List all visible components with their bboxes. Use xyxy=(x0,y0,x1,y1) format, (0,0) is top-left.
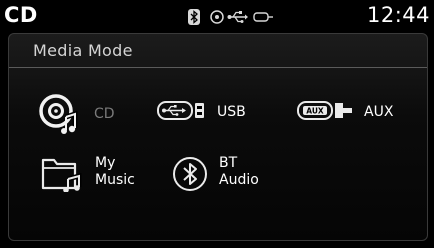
panel-title: Media Mode xyxy=(33,41,133,60)
aux-status-icon xyxy=(253,12,273,22)
my-music-label: My Music xyxy=(95,155,135,188)
usb-icon xyxy=(157,101,204,120)
my-music-button[interactable]: My Music xyxy=(41,154,151,198)
cd-icon xyxy=(39,94,78,134)
status-bar: CD 12:44 xyxy=(0,0,434,34)
usb-label: USB xyxy=(217,104,246,120)
cd-button[interactable]: CD xyxy=(37,92,117,136)
bt-audio-label: BT Audio xyxy=(219,155,259,188)
svg-text:AUX: AUX xyxy=(306,107,324,116)
disc-status-icon xyxy=(210,10,224,24)
usb-button[interactable]: USB xyxy=(157,96,257,126)
bluetooth-status-icon xyxy=(188,9,200,25)
cd-label: CD xyxy=(94,106,115,122)
bluetooth-icon xyxy=(173,157,207,191)
aux-icon: AUX xyxy=(297,101,352,120)
bt-audio-button[interactable]: BT Audio xyxy=(172,154,282,198)
media-mode-panel: Media Mode CD USB AUX AUX My Music BT Au… xyxy=(8,33,428,241)
aux-label: AUX xyxy=(364,104,394,120)
my-music-icon xyxy=(41,158,82,192)
panel-header: Media Mode xyxy=(9,34,427,68)
aux-button[interactable]: AUX AUX xyxy=(297,96,407,126)
usb-status-icon xyxy=(227,11,248,23)
clock: 12:44 xyxy=(366,3,430,27)
source-title: CD xyxy=(4,3,38,27)
